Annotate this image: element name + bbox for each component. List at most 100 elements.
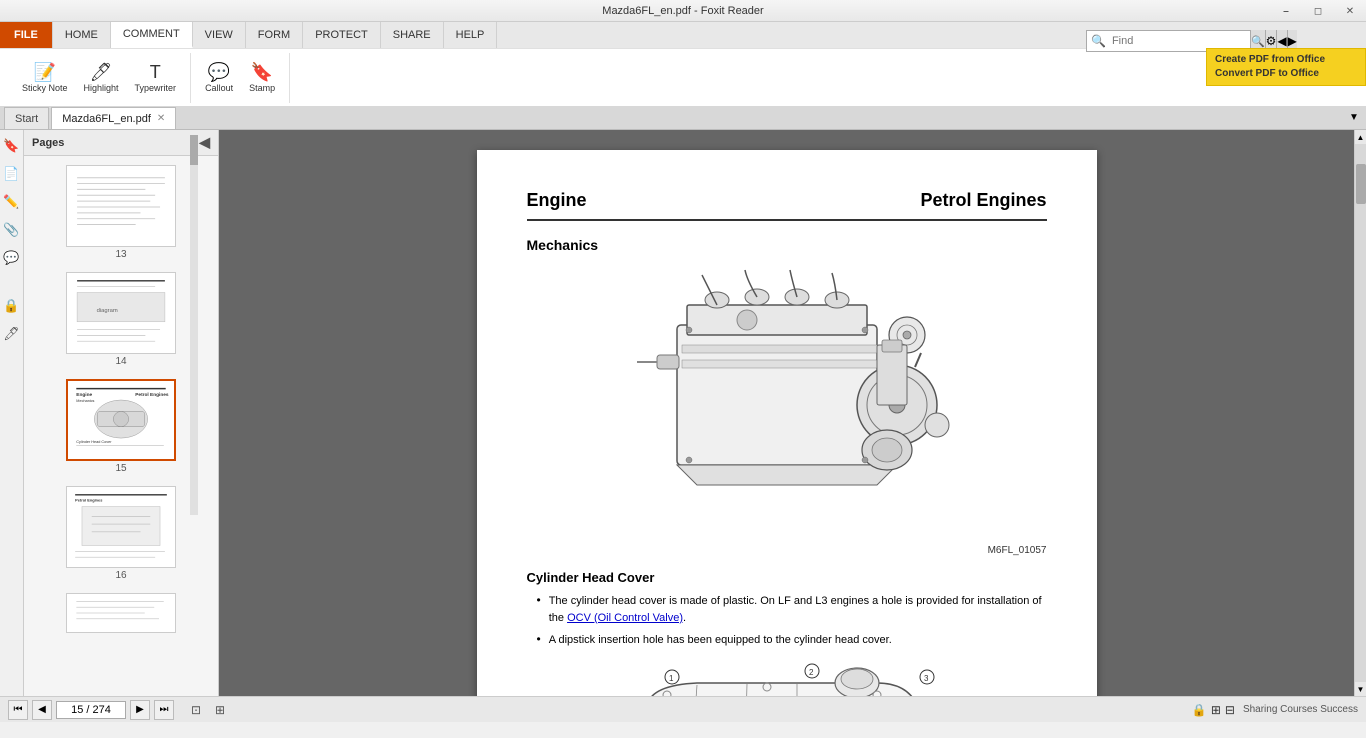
pages-scrollbar[interactable] xyxy=(190,135,198,515)
status-icon-2: ⊞ xyxy=(1211,703,1221,717)
svg-text:Petrol Engines: Petrol Engines xyxy=(135,392,169,398)
sticky-note-btn[interactable]: 📝 Sticky Note xyxy=(16,61,74,95)
annotation-group: 📝 Sticky Note 🖊 Highlight T Typewriter xyxy=(8,53,191,103)
close-tab-icon[interactable]: ✕ xyxy=(157,113,165,124)
stamp-btn[interactable]: 🔖 Stamp xyxy=(243,61,281,95)
page-thumbnail-17[interactable] xyxy=(66,593,176,633)
tab-comment[interactable]: COMMENT xyxy=(111,22,193,48)
status-icon-3: ⊟ xyxy=(1225,703,1235,717)
scroll-up-button[interactable]: ▲ xyxy=(1355,130,1366,144)
pdf-page: Engine Petrol Engines Mechanics xyxy=(477,150,1097,696)
scroll-track[interactable] xyxy=(1355,144,1366,682)
highlight-btn[interactable]: 🖊 Highlight xyxy=(78,61,125,95)
page-num-16: 16 xyxy=(115,570,126,581)
engine-illustration xyxy=(597,265,977,545)
security-icon[interactable]: 🔒 xyxy=(2,296,22,316)
status-bar-right: 🔒 ⊞ ⊟ Sharing Courses Success xyxy=(1192,703,1358,717)
fit-page-icon[interactable]: ⊡ xyxy=(186,700,206,720)
annotation-sidebar-icon[interactable]: ✏️ xyxy=(2,192,22,212)
svg-text:2: 2 xyxy=(809,668,814,677)
maximize-button[interactable]: ◻ xyxy=(1302,0,1334,22)
page-thumbnail-13[interactable] xyxy=(66,165,176,247)
attachments-icon[interactable]: 📎 xyxy=(2,220,22,240)
bullet-2: A dipstick insertion hole has been equip… xyxy=(527,632,1047,649)
svg-text:1: 1 xyxy=(669,674,674,683)
tab-home[interactable]: HOME xyxy=(53,22,111,48)
typewriter-icon: T xyxy=(150,63,161,81)
pages-list[interactable]: 13 diagram 14 xyxy=(24,156,218,696)
page-thumbnail-15[interactable]: Engine Petrol Engines Mechanics Cylinder… xyxy=(66,379,176,461)
svg-text:Engine: Engine xyxy=(76,392,92,398)
next-page-button[interactable]: ▶ xyxy=(130,700,150,720)
svg-text:Petrol Engines: Petrol Engines xyxy=(75,498,102,503)
tab-dropdown-button[interactable]: ▼ xyxy=(1346,109,1362,125)
pdf-header: Engine Petrol Engines xyxy=(527,190,1047,221)
bullet-1: The cylinder head cover is made of plast… xyxy=(527,593,1047,626)
prev-page-button[interactable]: ◀ xyxy=(32,700,52,720)
doc-tab-mazda[interactable]: Mazda6FL_en.pdf ✕ xyxy=(51,107,176,129)
first-page-button[interactable]: ⏮ xyxy=(8,700,28,720)
titlebar: Mazda6FL_en.pdf - Foxit Reader ⎯ ◻ ✕ xyxy=(0,0,1366,22)
comments-icon[interactable]: 💬 xyxy=(2,248,22,268)
pages-icon[interactable]: 📄 xyxy=(2,164,22,184)
scroll-thumb[interactable] xyxy=(1356,164,1366,204)
bookmarks-icon[interactable]: 🔖 xyxy=(2,136,22,156)
ribbon-tabs: FILE HOME COMMENT VIEW FORM PROTECT SHAR… xyxy=(0,22,1366,48)
tab-protect[interactable]: PROTECT xyxy=(303,22,381,48)
page-thumb-15[interactable]: Engine Petrol Engines Mechanics Cylinder… xyxy=(30,376,212,477)
minimize-button[interactable]: ⎯ xyxy=(1270,0,1302,22)
icon-bar: 🔖 📄 ✏️ 📎 💬 🔒 🖊 xyxy=(0,130,24,696)
pdf-subheading: Cylinder Head Cover xyxy=(527,570,1047,585)
tab-help[interactable]: HELP xyxy=(444,22,498,48)
page-num-14: 14 xyxy=(115,356,126,367)
scroll-down-button[interactable]: ▼ xyxy=(1355,682,1366,696)
drawing-group: 💬 Callout 🔖 Stamp xyxy=(191,53,290,103)
pdf-area[interactable]: Engine Petrol Engines Mechanics xyxy=(219,130,1354,696)
page-thumb-17[interactable] xyxy=(30,590,212,636)
search-input[interactable] xyxy=(1110,33,1250,49)
collapse-pages-button[interactable]: ◀ xyxy=(199,134,210,151)
page-thumbnail-16[interactable]: Petrol Engines xyxy=(66,486,176,568)
svg-text:Cylinder Head Cover: Cylinder Head Cover xyxy=(76,440,112,444)
page-input[interactable] xyxy=(56,701,126,719)
doc-tab-start[interactable]: Start xyxy=(4,107,49,129)
sticky-note-icon: 📝 xyxy=(34,63,56,81)
typewriter-btn[interactable]: T Typewriter xyxy=(129,61,183,95)
tab-view[interactable]: VIEW xyxy=(193,22,246,48)
pdf-section-title: Mechanics xyxy=(527,237,1047,253)
svg-text:diagram: diagram xyxy=(97,308,118,314)
pdf-scrollbar[interactable]: ▲ ▼ xyxy=(1354,130,1366,696)
image-caption: M6FL_01057 xyxy=(527,545,1047,556)
svg-text:Mechanics: Mechanics xyxy=(76,399,94,403)
title-text: Mazda6FL_en.pdf - Foxit Reader xyxy=(602,5,763,17)
fit-width-icon[interactable]: ⊞ xyxy=(210,700,230,720)
pages-scrollbar-thumb[interactable] xyxy=(190,135,198,165)
ocv-link[interactable]: OCV (Oil Control Valve) xyxy=(567,612,683,624)
pdf-title-left: Engine xyxy=(527,190,587,211)
page-num-15: 15 xyxy=(115,463,126,474)
callout-btn[interactable]: 💬 Callout xyxy=(199,61,239,95)
zoom-level: Sharing Courses Success xyxy=(1243,704,1358,715)
signature-icon[interactable]: 🖊 xyxy=(2,324,22,344)
page-thumbnail-14[interactable]: diagram xyxy=(66,272,176,354)
page-indicator xyxy=(56,701,126,719)
svg-text:3: 3 xyxy=(924,674,929,683)
main-area: 🔖 📄 ✏️ 📎 💬 🔒 🖊 Pages ◀ xyxy=(0,130,1366,696)
document-tabs: Start Mazda6FL_en.pdf ✕ ▼ xyxy=(0,106,1366,130)
page-thumb-13[interactable]: 13 xyxy=(30,162,212,263)
stamp-icon: 🔖 xyxy=(251,63,273,81)
page-thumb-16[interactable]: Petrol Engines 16 xyxy=(30,483,212,584)
tab-share[interactable]: SHARE xyxy=(381,22,444,48)
close-button[interactable]: ✕ xyxy=(1334,0,1366,22)
callout-icon: 💬 xyxy=(208,63,230,81)
status-icon-1: 🔒 xyxy=(1192,703,1207,717)
create-pdf-banner[interactable]: Create PDF from Office Convert PDF to Of… xyxy=(1206,48,1366,86)
last-page-button[interactable]: ⏭ xyxy=(154,700,174,720)
page-thumb-14[interactable]: diagram 14 xyxy=(30,269,212,370)
bottom-bar: ⏮ ◀ ▶ ⏭ ⊡ ⊞ 🔒 ⊞ ⊟ Sharing Courses Succes… xyxy=(0,696,1366,722)
pages-panel: Pages ◀ xyxy=(24,130,219,696)
tab-form[interactable]: FORM xyxy=(246,22,303,48)
tab-file[interactable]: FILE xyxy=(0,22,53,48)
pdf-title-right: Petrol Engines xyxy=(920,190,1046,211)
ribbon-content: 📝 Sticky Note 🖊 Highlight T Typewriter 💬… xyxy=(0,48,1366,106)
